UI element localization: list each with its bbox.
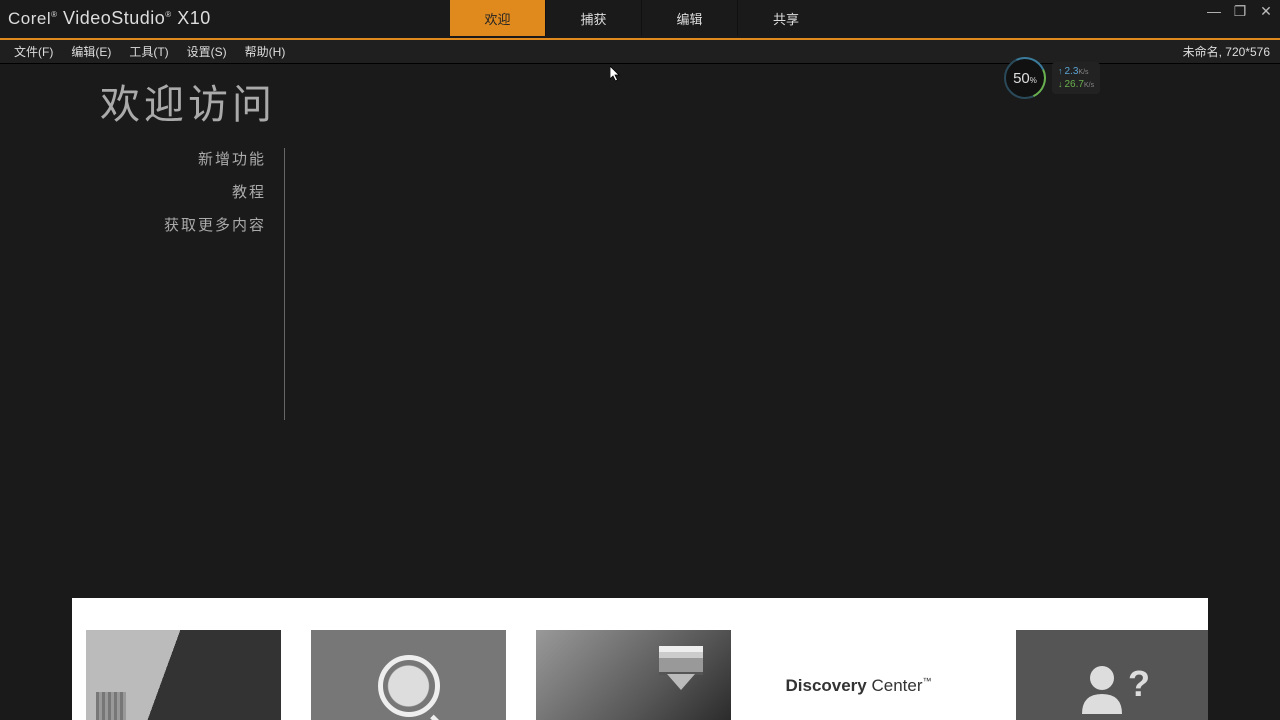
center-word: Center — [867, 676, 923, 695]
window-controls: — ❐ ✕ — [1206, 4, 1274, 20]
usage-gauge-icon: 50% — [1004, 57, 1046, 99]
menu-edit[interactable]: 编辑(E) — [71, 43, 111, 60]
tab-edit[interactable]: 编辑 — [642, 0, 738, 36]
sidebar-item-whatsnew[interactable]: 新增功能 — [60, 148, 266, 169]
tile-help[interactable]: ? — [1016, 630, 1208, 720]
tab-welcome[interactable]: 欢迎 — [450, 0, 546, 36]
trademark-mark: ™ — [923, 676, 932, 686]
download-speed: ↓26.7K/s — [1058, 79, 1094, 90]
upload-speed: ↑2.3K/s — [1058, 66, 1094, 77]
tile-editing[interactable] — [86, 630, 281, 720]
discovery-word: Discovery — [785, 676, 866, 695]
speed-unit: K/s — [1078, 69, 1088, 76]
menu-settings[interactable]: 设置(S) — [187, 43, 227, 60]
product-version: X10 — [177, 8, 211, 28]
project-info: 未命名, 720*576 — [1183, 43, 1270, 60]
download-icon — [659, 646, 703, 690]
speed-unit-2: K/s — [1084, 82, 1094, 89]
svg-text:?: ? — [1128, 663, 1150, 704]
tile-search[interactable] — [311, 630, 506, 720]
bottom-tile-panel: Discovery Center™ ? — [72, 598, 1208, 720]
titlebar: Corel® VideoStudio® X10 欢迎 捕获 编辑 共享 — ❐ … — [0, 0, 1280, 38]
minimize-button[interactable]: — — [1206, 4, 1222, 20]
maximize-button[interactable]: ❐ — [1232, 4, 1248, 20]
sidebar-item-tutorials[interactable]: 教程 — [60, 181, 266, 202]
close-button[interactable]: ✕ — [1258, 4, 1274, 20]
menu-tools[interactable]: 工具(T) — [129, 43, 168, 60]
download-value: 26.7 — [1065, 79, 1084, 90]
network-stats: ↑2.3K/s ↓26.7K/s — [1052, 62, 1100, 94]
tile-download[interactable] — [536, 630, 731, 720]
brand-text: Corel — [8, 9, 51, 28]
menu-help[interactable]: 帮助(H) — [245, 43, 286, 60]
usage-number: 50 — [1013, 70, 1030, 87]
help-person-icon: ? — [1074, 656, 1154, 716]
usage-value: 50% — [1013, 70, 1037, 87]
sidebar-item-getmore[interactable]: 获取更多内容 — [60, 214, 266, 235]
welcome-heading: 欢迎访问 — [100, 72, 276, 130]
magnifier-icon — [378, 655, 440, 717]
tab-capture[interactable]: 捕获 — [546, 0, 642, 36]
discovery-center-label: Discovery Center™ — [785, 676, 931, 696]
network-widget[interactable]: 50% ↑2.3K/s ↓26.7K/s — [1004, 58, 1104, 98]
tile-discovery-center[interactable]: Discovery Center™ — [761, 630, 956, 720]
reg-mark-2: ® — [165, 10, 171, 19]
up-arrow-icon: ↑ — [1058, 66, 1063, 76]
mouse-cursor-icon — [610, 66, 622, 84]
app-title: Corel® VideoStudio® X10 — [8, 8, 211, 29]
menu-file[interactable]: 文件(F) — [14, 43, 53, 60]
usage-unit: % — [1030, 76, 1037, 85]
product-name: VideoStudio — [63, 8, 165, 28]
workspace-tabs: 欢迎 捕获 编辑 共享 — [450, 0, 834, 38]
down-arrow-icon: ↓ — [1058, 79, 1063, 89]
tab-share[interactable]: 共享 — [738, 0, 834, 36]
reg-mark: ® — [51, 10, 57, 19]
welcome-sidebar: 新增功能 教程 获取更多内容 — [60, 148, 284, 247]
sidebar-divider — [284, 148, 285, 420]
upload-value: 2.3 — [1065, 66, 1079, 77]
